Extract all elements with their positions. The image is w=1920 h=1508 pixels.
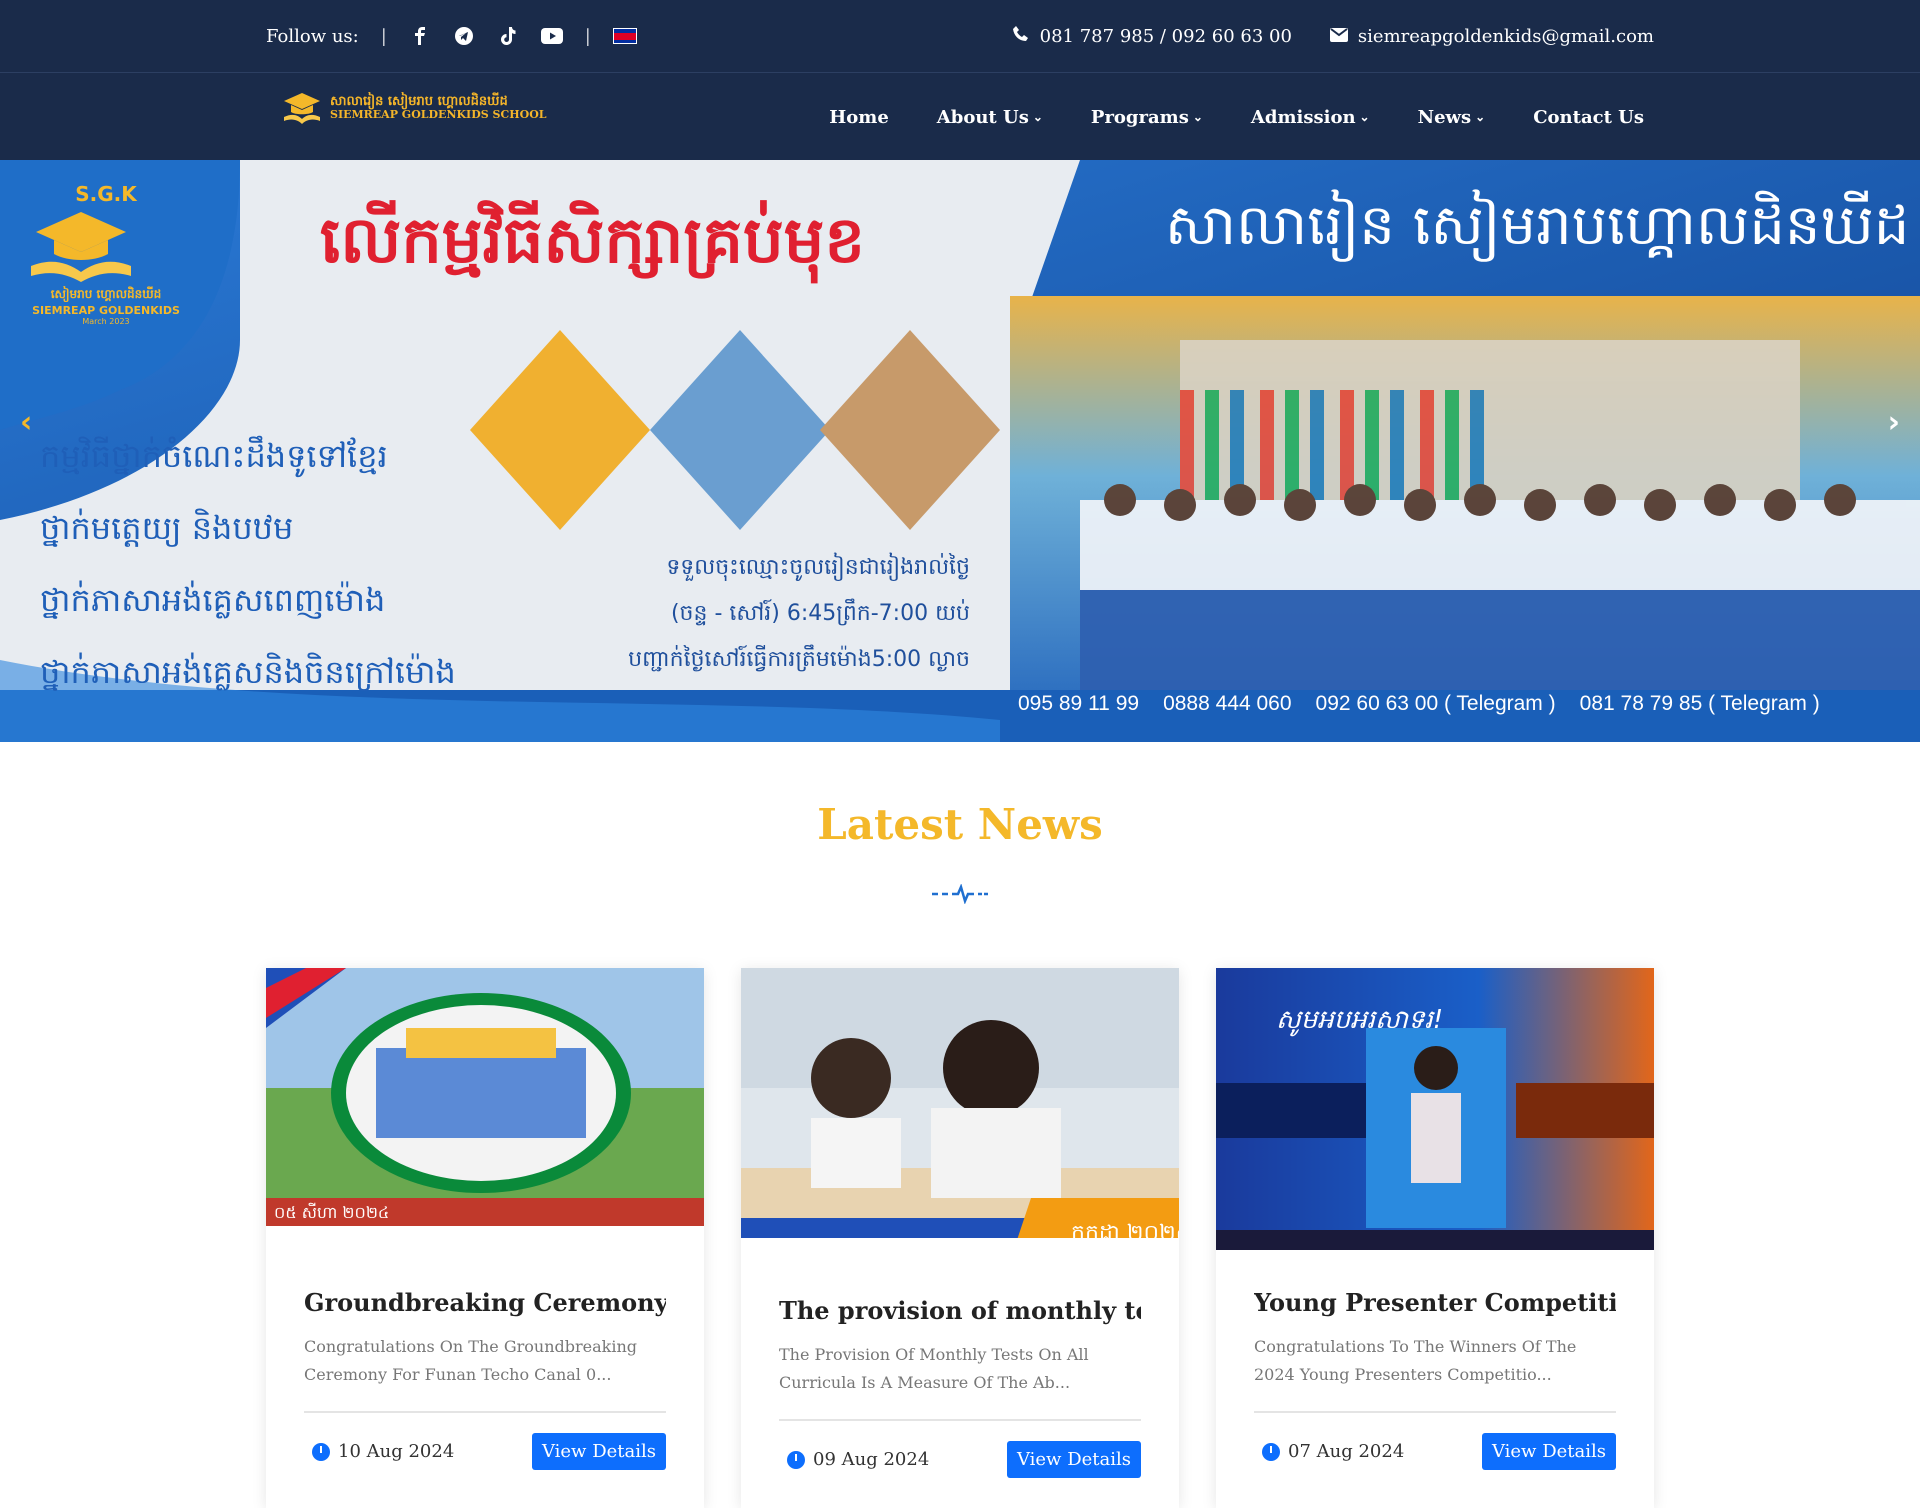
news-card-title[interactable]: The provision of monthly tes... [779, 1296, 1141, 1325]
badge-top: S.G.K [75, 182, 137, 206]
image-caption: កក្កដា ២០២៤ [1071, 1221, 1179, 1246]
hero-phone: 081 78 79 85 ( Telegram ) [1579, 692, 1820, 715]
separator: | [584, 25, 591, 47]
hero-phone: 092 60 63 00 ( Telegram ) [1315, 692, 1556, 715]
chevron-down-icon: ⌄ [1032, 110, 1043, 124]
program-item: ថ្នាក់មត្តេយ្យ និងបឋម [40, 509, 294, 547]
news-card-image[interactable]: ០៥ សីហា ២០២៤ [266, 968, 704, 1250]
telegram-icon[interactable] [453, 25, 475, 47]
clock-icon [1262, 1442, 1280, 1461]
program-item: កម្មវិធីថ្នាក់ចំណេះដឹងទូទៅខ្មែរ [40, 437, 388, 475]
news-card-date: 10 Aug 2024 [304, 1441, 454, 1462]
news-card[interactable]: សូមអបអរសាទរ! Young Presenter Competition… [1216, 968, 1654, 1508]
main-navbar: សាលារៀន សៀមរាប ហ្គោលដិនឃីដ SIEMREAP GOLD… [0, 72, 1920, 160]
date-text: 07 Aug 2024 [1288, 1441, 1405, 1462]
email-address: siemreapgoldenkids@gmail.com [1357, 25, 1654, 47]
hero-phone-list: 095 89 11 99 0888 444 060 092 60 63 00 (… [1018, 692, 1820, 716]
news-card-excerpt: Congratulations On The Groundbreaking Ce… [304, 1337, 637, 1384]
youtube-icon[interactable] [540, 25, 563, 47]
nav-about-label: About Us [936, 106, 1029, 128]
logo-english-text: SIEMREAP GOLDENKIDS SCHOOL [330, 108, 547, 122]
hero-enroll-info: ទទួលចុះឈ្មោះចូលរៀនជារៀងរាល់ថ្ងៃ (ចន្ទ - … [580, 545, 970, 683]
hero-headline: លើកម្មវិធីសិក្សាគ្រប់មុខ [320, 204, 865, 278]
school-logo[interactable]: សាលារៀន សៀមរាប ហ្គោលដិនឃីដ SIEMREAP GOLD… [282, 91, 547, 125]
nav-admission[interactable]: Admission ⌄ [1251, 107, 1370, 128]
separator: | [380, 25, 387, 47]
view-details-button[interactable]: View Details [531, 1433, 666, 1470]
date-text: 10 Aug 2024 [338, 1441, 455, 1462]
nav-admission-label: Admission [1250, 106, 1356, 128]
hero-banner-slider[interactable]: S.G.K សៀមរាប ហ្គោលដិនឃីដ SIEMREAP GOLDEN… [0, 160, 1920, 742]
slider-prev-arrow-icon[interactable]: ‹ [20, 405, 32, 440]
tiktok-icon[interactable] [497, 25, 519, 47]
badge-english: SIEMREAP GOLDENKIDS [32, 304, 180, 317]
card-divider [1254, 1411, 1616, 1413]
clock-icon [312, 1442, 330, 1461]
latest-news-title: Latest News [817, 800, 1103, 849]
news-card-excerpt: Congratulations To The Winners Of The 20… [1254, 1337, 1577, 1384]
slider-next-arrow-icon[interactable]: › [1888, 405, 1900, 440]
email-contact[interactable]: siemreapgoldenkids@gmail.com [1329, 25, 1654, 47]
hero-phone: 0888 444 060 [1163, 692, 1292, 715]
phone-number: 081 787 985 / 092 60 63 00 [1039, 25, 1292, 47]
news-card[interactable]: ០៥ សីហា ២០២៤ Groundbreaking Ceremony for… [266, 968, 704, 1508]
news-card-list: ០៥ សីហា ២០២៤ Groundbreaking Ceremony for… [266, 968, 1654, 1508]
nav-about-us[interactable]: About Us ⌄ [937, 107, 1043, 128]
news-card-title[interactable]: Groundbreaking Ceremony for... [304, 1288, 666, 1317]
nav-programs[interactable]: Programs ⌄ [1091, 107, 1203, 128]
follow-label: Follow us: [266, 25, 359, 47]
phone-contact[interactable]: 081 787 985 / 092 60 63 00 [1012, 25, 1292, 48]
chevron-down-icon: ⌄ [1359, 110, 1370, 124]
news-card-date: 07 Aug 2024 [1254, 1441, 1404, 1462]
hero-program-list: កម្មវិធីថ្នាក់ចំណេះដឹងទូទៅខ្មែរ ថ្នាក់មត… [40, 420, 456, 708]
nav-contact-us[interactable]: Contact Us [1533, 107, 1644, 128]
clock-icon [787, 1450, 805, 1469]
image-caption: ០៥ សីហា ២០២៤ [274, 1202, 389, 1222]
graduation-cap-book-icon [31, 212, 131, 282]
nav-programs-label: Programs [1090, 106, 1189, 128]
image-caption: សូមអបអរសាទរ! [1276, 1005, 1443, 1037]
view-details-button[interactable]: View Details [1481, 1433, 1616, 1470]
enroll-line: (ចន្ទ - សៅរ៍) 6:45ព្រឹក-7:00 យប់ [670, 601, 970, 626]
hero-school-name: សាលារៀន សៀមរាបហ្គោលដិនឃីដ [1165, 193, 1910, 258]
program-item: ថ្នាក់ភាសាអង់គ្លេសពេញម៉ោង [40, 581, 386, 619]
view-details-button[interactable]: View Details [1006, 1441, 1141, 1478]
chevron-down-icon: ⌄ [1192, 110, 1203, 124]
hero-badge: S.G.K សៀមរាប ហ្គោលដិនឃីដ SIEMREAP GOLDEN… [26, 182, 186, 326]
news-card-image[interactable]: កក្កដា ២០២៤ [741, 968, 1179, 1258]
news-card-excerpt: The Provision Of Monthly Tests On All Cu… [779, 1345, 1089, 1392]
heartbeat-divider-icon [932, 884, 988, 904]
envelope-icon [1329, 26, 1348, 47]
card-divider [304, 1411, 666, 1413]
date-text: 09 Aug 2024 [813, 1449, 930, 1470]
phone-icon [1012, 25, 1030, 48]
nav-menu: Home About Us ⌄ Programs ⌄ Admission ⌄ News… [829, 73, 1644, 161]
nav-news[interactable]: News ⌄ [1418, 107, 1486, 128]
nav-home-label: Home [829, 106, 889, 128]
nav-home[interactable]: Home [829, 107, 889, 128]
news-card-title[interactable]: Young Presenter Competition... [1254, 1288, 1616, 1317]
graduation-cap-logo-icon [284, 93, 320, 124]
hero-phone: 095 89 11 99 [1018, 692, 1140, 715]
badge-date: March 2023 [82, 317, 130, 326]
card-divider [779, 1419, 1141, 1421]
news-card-image[interactable]: សូមអបអរសាទរ! [1216, 968, 1654, 1250]
cambodia-flag-icon[interactable] [612, 28, 637, 44]
news-card[interactable]: កក្កដា ២០២៤ The provision of monthly tes… [741, 968, 1179, 1508]
facebook-icon[interactable] [409, 25, 431, 47]
news-card-date: 09 Aug 2024 [779, 1449, 929, 1470]
chevron-down-icon: ⌄ [1475, 110, 1486, 124]
logo-khmer-text: សាលារៀន សៀមរាប ហ្គោលដិនឃីដ [330, 93, 508, 109]
social-links: Follow us: | | [266, 25, 637, 47]
nav-news-label: News [1417, 106, 1472, 128]
top-bar: Follow us: | | 081 787 985 / 092 60 63 0… [0, 0, 1920, 72]
nav-contact-label: Contact Us [1533, 106, 1644, 128]
enroll-line: ទទួលចុះឈ្មោះចូលរៀនជារៀងរាល់ថ្ងៃ [666, 555, 970, 580]
badge-khmer: សៀមរាប ហ្គោលដិនឃីដ [50, 287, 162, 301]
program-item: ថ្នាក់ភាសាអង់គ្លេសនិងចិនក្រៅម៉ោង [40, 653, 456, 691]
enroll-line: បញ្ជាក់ថ្ងៃសៅរ៍ធ្វើការត្រឹមម៉ោង5:00 ល្ងា… [628, 647, 970, 672]
contact-info: 081 787 985 / 092 60 63 00 siemreapgolde… [1012, 25, 1654, 48]
